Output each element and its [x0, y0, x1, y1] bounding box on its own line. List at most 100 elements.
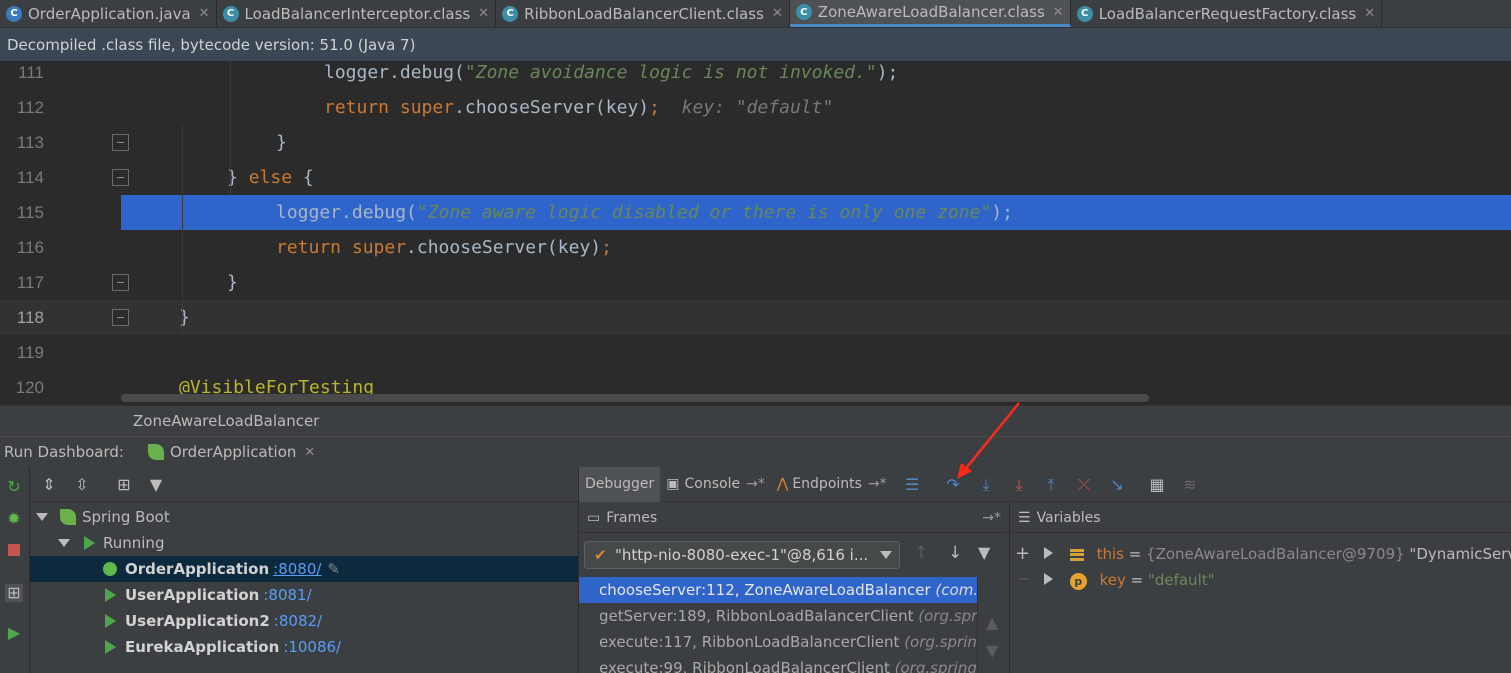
code-line[interactable]: 116 return super.chooseServer(key); [0, 230, 1511, 265]
frame-row[interactable]: execute:99, RibbonLoadBalancerClient (or… [579, 655, 1007, 673]
code-token: } [179, 307, 190, 328]
close-icon[interactable]: ✕ [1364, 6, 1375, 21]
pin-icon[interactable]: →* [746, 476, 765, 492]
code-token: ; [649, 97, 660, 118]
run-dashboard-title: Run Dashboard: [4, 443, 124, 461]
code-token: { [292, 167, 314, 188]
close-icon[interactable]: ✕ [772, 6, 783, 21]
line-number: 116 [16, 238, 44, 257]
running-icon [105, 614, 116, 628]
frame-row[interactable]: chooseServer:112, ZoneAwareLoadBalancer … [579, 577, 1007, 603]
app-port-link[interactable]: :8082/ [274, 612, 322, 630]
code-text: } [179, 300, 190, 335]
up-arrow-icon[interactable]: ↑ [914, 543, 928, 563]
variable-row[interactable]: p key = "default" [1010, 567, 1511, 593]
line-number: 113 [16, 133, 44, 152]
variable-row[interactable]: this = {ZoneAwareLoadBalancer@9709} "Dyn… [1010, 541, 1511, 567]
group-services-icon[interactable]: ⊞ [114, 475, 134, 495]
code-text: } else { [227, 160, 314, 195]
tab-console[interactable]: ▣ Console →* [660, 467, 771, 502]
tab-debugger[interactable]: Debugger [579, 466, 661, 502]
frame-row[interactable]: execute:117, RibbonLoadBalancerClient (o… [579, 629, 1007, 655]
class-file-icon: C [1076, 5, 1093, 22]
code-text: } [227, 265, 238, 300]
chevron-right-icon[interactable] [1044, 573, 1053, 585]
chevron-down-icon[interactable] [58, 539, 70, 547]
filter-icon[interactable]: ▼ [978, 543, 990, 562]
java-class-icon: C [6, 5, 22, 22]
evaluate-expression-icon[interactable]: ▦ [1146, 474, 1168, 496]
horizontal-scrollbar[interactable] [121, 394, 1149, 402]
pin-icon[interactable]: →* [868, 476, 887, 492]
close-icon[interactable]: ✕ [199, 6, 210, 21]
code-line[interactable]: 113 } [0, 125, 1511, 160]
step-over-icon[interactable]: ↷ [942, 474, 964, 496]
tree-node-label: Spring Boot [82, 508, 170, 526]
app-port-link[interactable]: :8080/ [273, 560, 321, 578]
thread-name: "http-nio-8080-exec-1"@8,616 i... [615, 546, 869, 564]
frame-row[interactable]: getServer:189, RibbonLoadBalancerClient … [579, 603, 1007, 629]
thread-selector[interactable]: ✔ "http-nio-8080-exec-1"@8,616 i... [584, 541, 900, 569]
class-file-icon: C [795, 4, 812, 20]
line-number: 118 [16, 308, 44, 327]
chevron-down-icon[interactable] [36, 513, 48, 521]
down-arrow-icon[interactable]: ↓ [948, 543, 962, 563]
rerun-icon[interactable]: ↻ [5, 478, 23, 496]
tab-order-application[interactable]: C OrderApplication.java ✕ [0, 0, 217, 27]
chevron-right-icon[interactable] [1044, 547, 1053, 559]
endpoints-icon: ⋀ [776, 476, 789, 492]
tree-node-user-application[interactable]: UserApplication :8081/ [30, 582, 578, 608]
tree-node-spring-boot[interactable]: Spring Boot [30, 504, 578, 530]
tree-node-running[interactable]: Running [30, 530, 578, 556]
app-port-link[interactable]: :10086/ [283, 638, 341, 656]
resume-icon[interactable]: ▶ [5, 624, 23, 642]
tree-node-eureka-application[interactable]: EurekaApplication :10086/ [30, 634, 578, 660]
code-line[interactable]: 119 [0, 335, 1511, 370]
tab-load-balancer-interceptor[interactable]: C LoadBalancerInterceptor.class ✕ [217, 0, 497, 27]
code-line[interactable]: 114 } else { [0, 160, 1511, 195]
group-by-icon[interactable]: ⊞ [5, 584, 23, 602]
editor-tab-bar: C OrderApplication.java ✕ C LoadBalancer… [0, 0, 1511, 28]
close-icon[interactable]: ✕ [478, 6, 489, 21]
line-number: 115 [16, 203, 44, 222]
close-icon[interactable]: ✕ [1053, 5, 1064, 20]
breadcrumb-class[interactable]: ZoneAwareLoadBalancer [133, 412, 319, 430]
tab-ribbon-load-balancer-client[interactable]: C RibbonLoadBalancerClient.class ✕ [496, 0, 790, 27]
code-token: "Zone avoidance logic is not invoked." [464, 62, 877, 83]
code-token: } [227, 272, 238, 293]
stop-icon[interactable] [5, 542, 23, 560]
code-text: } [276, 125, 287, 160]
code-token: ); [876, 62, 899, 83]
code-line-selected[interactable]: 115 logger.debug("Zone aware logic disab… [0, 195, 1511, 230]
trace-icon[interactable]: ≋ [1179, 474, 1201, 496]
tab-zone-aware-load-balancer[interactable]: C ZoneAwareLoadBalancer.class ✕ [789, 0, 1071, 27]
run-to-cursor-icon[interactable]: ↘ [1106, 474, 1128, 496]
pin-icon[interactable]: →* [982, 510, 1001, 526]
run-dashboard-tab[interactable]: OrderApplication ✕ [147, 443, 315, 461]
breadcrumb[interactable]: ZoneAwareLoadBalancer [0, 405, 1511, 436]
code-line[interactable]: 111 logger.debug("Zone avoidance logic i… [0, 61, 1511, 90]
tree-node-order-application[interactable]: OrderApplication :8080/ ✎ [30, 556, 578, 582]
step-out-icon[interactable]: ⤒ [1040, 474, 1062, 496]
show-execution-point-icon[interactable]: ☰ [901, 474, 923, 496]
step-into-icon[interactable]: ⤓ [975, 474, 997, 496]
code-line-current[interactable]: 118 } [0, 300, 1511, 335]
force-step-into-icon[interactable]: ⤓ [1008, 474, 1030, 496]
tab-endpoints[interactable]: ⋀ Endpoints →* [771, 467, 893, 502]
filter-icon[interactable]: ▼ [146, 475, 166, 495]
expand-all-icon[interactable]: ⇕ [39, 475, 59, 495]
code-editor[interactable]: 111 logger.debug("Zone avoidance logic i… [0, 61, 1511, 405]
edit-icon[interactable]: ✎ [327, 560, 340, 578]
collapse-all-icon[interactable]: ⇳ [72, 475, 92, 495]
scroll-down-icon[interactable]: ▼ [986, 641, 998, 660]
close-icon[interactable]: ✕ [304, 445, 315, 460]
scroll-up-icon[interactable]: ▲ [986, 613, 998, 632]
code-line[interactable]: 112 return super.chooseServer(key); key:… [0, 90, 1511, 125]
tab-load-balancer-request-factory[interactable]: C LoadBalancerRequestFactory.class ✕ [1071, 0, 1383, 27]
app-port-link[interactable]: :8081/ [263, 586, 311, 604]
debug-icon[interactable]: ✹ [5, 510, 23, 528]
drop-frame-icon[interactable]: ⤫ [1073, 474, 1095, 496]
code-line[interactable]: 117 } [0, 265, 1511, 300]
line-number: 117 [16, 273, 44, 292]
tree-node-user-application2[interactable]: UserApplication2 :8082/ [30, 608, 578, 634]
